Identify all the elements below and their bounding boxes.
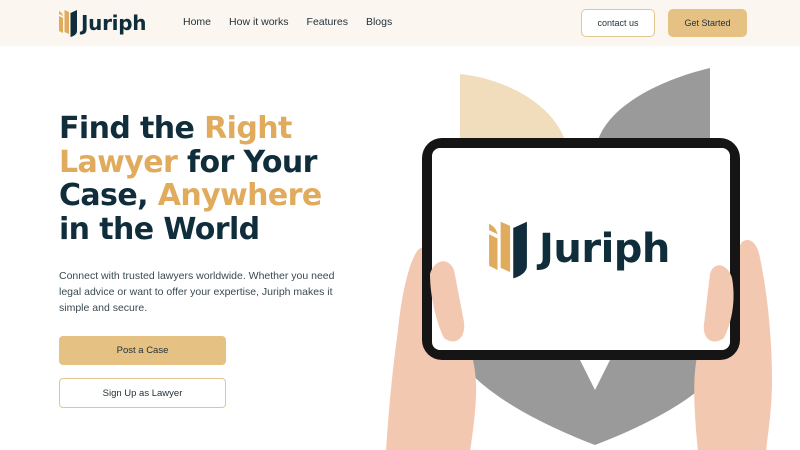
juriph-logo-icon [59, 10, 77, 37]
hero-title-part1: Find the [59, 111, 205, 146]
contact-us-button[interactable]: contact us [581, 9, 655, 37]
hero-title-highlight-anywhere: Anywhere [157, 178, 323, 213]
brand-name: Juriph [81, 11, 147, 35]
nav-how-it-works[interactable]: How it works [229, 16, 289, 28]
sign-up-as-lawyer-button[interactable]: Sign Up as Lawyer [59, 378, 226, 408]
hero-description: Connect with trusted lawyers worldwide. … [59, 270, 335, 314]
juriph-logo-icon [489, 221, 527, 279]
hero-illustration: Juriph [380, 60, 800, 450]
nav-blogs[interactable]: Blogs [366, 16, 392, 28]
get-started-button[interactable]: Get Started [668, 9, 747, 37]
top-navbar: Juriph Home How it works Features Blogs … [0, 0, 800, 46]
main-nav: Home How it works Features Blogs [183, 16, 410, 28]
tablet-brand-name: Juriph [539, 226, 670, 272]
hero-title-part3: in the World [59, 211, 260, 247]
brand-logo[interactable]: Juriph [58, 9, 146, 37]
leaf-cream-shape [460, 74, 565, 140]
leaf-gray-shape [598, 68, 710, 140]
tablet-brand-logo: Juriph [487, 217, 670, 281]
nav-home[interactable]: Home [183, 16, 211, 28]
post-a-case-button[interactable]: Post a Case [59, 336, 226, 365]
hero-title: Find the Right Lawyer for Your Case, Any… [59, 112, 359, 246]
nav-features[interactable]: Features [307, 16, 348, 28]
